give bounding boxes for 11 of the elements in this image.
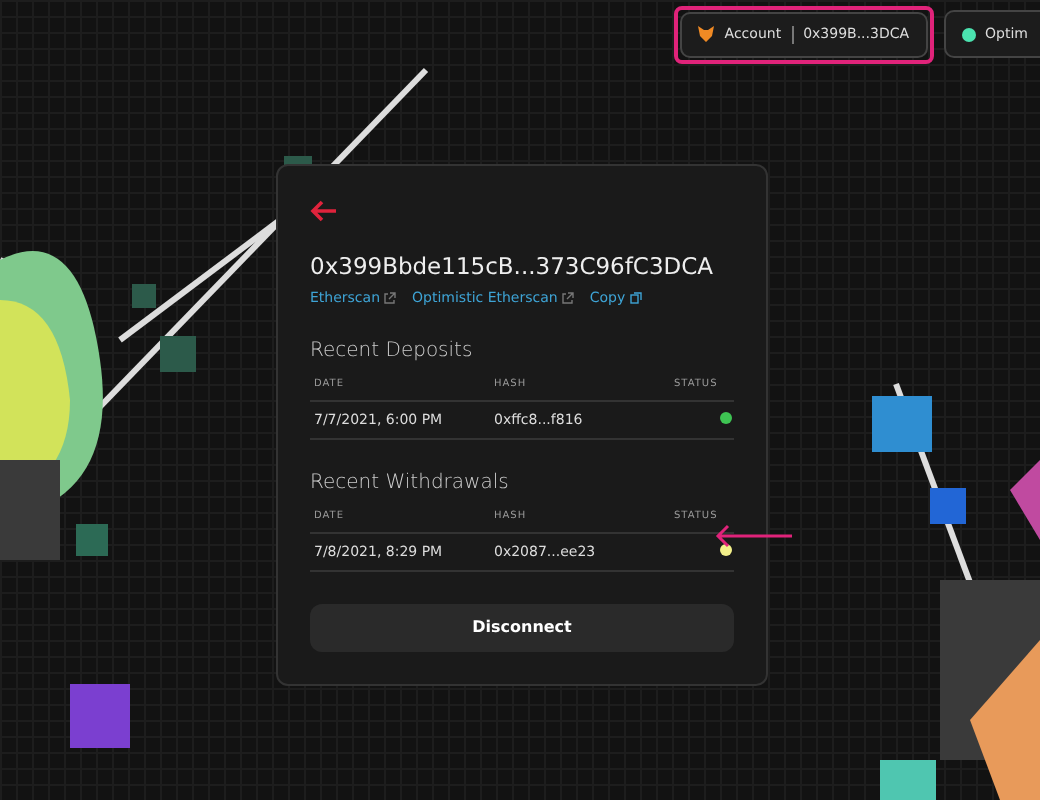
back-arrow-icon[interactable] — [310, 199, 338, 222]
section-title: Recent Deposits — [310, 338, 475, 366]
fox-icon — [698, 26, 715, 43]
disconnect-button[interactable]: Disconnect — [310, 604, 734, 652]
external-link-icon — [561, 291, 574, 304]
section-title: Recent Withdrawals — [310, 470, 511, 498]
external-link-icon — [384, 291, 397, 304]
status-dot-icon — [961, 27, 976, 41]
copy-icon — [629, 291, 642, 304]
arrow-annotation — [712, 524, 792, 548]
wallet-address: 0x399Bbde115cB...373C96fC3DCA — [310, 249, 714, 281]
